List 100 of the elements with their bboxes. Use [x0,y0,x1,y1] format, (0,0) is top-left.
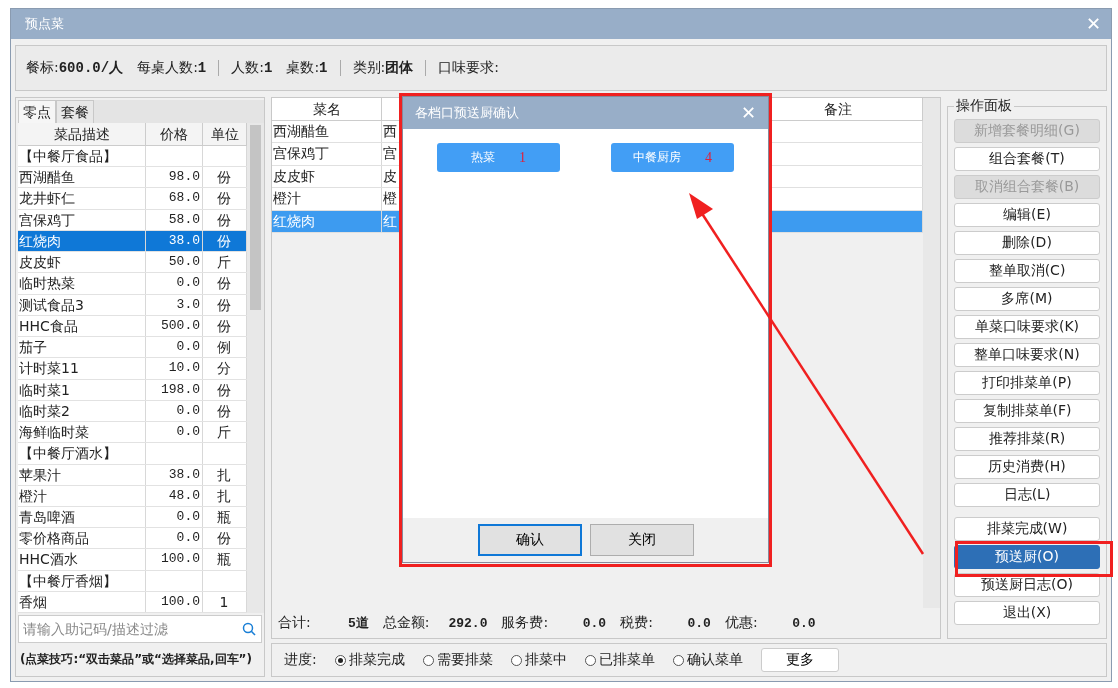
search-field[interactable]: 请输入助记码/描述过滤 [18,615,262,643]
table-cell: 500.0 [146,315,203,337]
table-cell: 红烧肉 [18,230,146,252]
dialog-button[interactable]: 关闭 [589,524,694,556]
table-cell: 西 [383,123,397,139]
table-cell: 临时菜2 [18,400,146,422]
progress-radio[interactable]: 排菜中 [510,651,567,669]
menu-tab[interactable]: 零点 [18,100,56,123]
menu-row[interactable]: 【中餐厅酒水】 [18,443,247,465]
table-cell: 西湖醋鱼 [272,121,382,143]
menu-row[interactable]: 红烧肉 38.0 份 [18,230,247,253]
total-label: 合计: [278,614,311,632]
table-cell: 38.0 [146,464,203,485]
scrollbar[interactable] [923,98,940,608]
table-cell: 计时菜11 [18,358,146,379]
table-cell: 零价格商品 [18,528,146,549]
table-cell: 0.0 [146,337,203,358]
table-cell: 0.0 [146,422,203,443]
column-header[interactable]: 价格 [146,123,203,145]
info-field: 口味要求: [438,59,499,77]
table-cell: 宫保鸡丁 [18,209,146,230]
menu-row[interactable]: 临时菜2 0.0 份 [18,400,247,423]
window-title: 预点菜 [25,15,64,33]
total-label: 服务费: [501,614,549,632]
action-button[interactable]: 打印排菜单(P) [954,371,1100,395]
action-button[interactable]: 整单口味要求(N) [954,343,1100,367]
menu-row[interactable]: 龙井虾仁 68.0 份 [18,188,247,210]
table-cell: 0.0 [146,528,203,549]
action-button[interactable]: 多席(M) [954,287,1100,311]
table-cell: 0.0 [146,273,203,294]
menu-row[interactable]: 苹果汁 38.0 扎 [18,464,247,486]
total-value: 5道 [346,615,370,632]
table-cell: 皮皮虾 [18,252,146,273]
table-cell: 临时菜1 [18,379,146,400]
table-cell: 青岛啤酒 [18,507,146,528]
action-button[interactable]: 排菜完成(W) [954,517,1100,541]
progress-radio[interactable]: 需要排菜 [422,651,493,669]
table-cell: 宫保鸡丁 [272,143,382,165]
menu-row[interactable]: 【中餐厅香烟】 [18,570,247,592]
progress-radio[interactable]: 排菜完成 [334,651,405,669]
table-cell: 皮 [383,167,397,184]
menu-row[interactable]: 青岛啤酒 0.0 瓶 [18,507,247,529]
scrollbar[interactable] [247,123,264,613]
action-button[interactable]: 删除(D) [954,231,1100,255]
total-label: 税费: [620,614,653,632]
menu-row[interactable]: 计时菜11 10.0 分 [18,358,247,380]
table-cell: 98.0 [146,167,203,188]
action-button[interactable]: 编辑(E) [954,203,1100,227]
menu-row[interactable]: 西湖醋鱼 98.0 份 [18,167,247,189]
action-button[interactable]: 单菜口味要求(K) [954,315,1100,339]
action-button[interactable]: 历史消费(H) [954,455,1100,479]
total-label: 总金额: [382,614,430,632]
menu-row[interactable]: 零价格商品 0.0 份 [18,528,247,550]
action-button[interactable]: 整单取消(C) [954,259,1100,283]
table-cell: HHC酒水 [18,549,146,570]
table-cell: 68.0 [146,188,203,209]
action-button[interactable]: 预送厨(O) [954,545,1100,569]
action-button[interactable]: 退出(X) [954,601,1100,625]
menu-row[interactable]: 宫保鸡丁 58.0 份 [18,209,247,231]
action-button[interactable]: 组合套餐(T) [954,147,1100,171]
table-cell: 龙井虾仁 [18,188,146,209]
table-cell: 海鲜临时菜 [18,422,146,443]
menu-row[interactable]: 临时热菜 0.0 份 [18,273,247,295]
table-cell: 48.0 [146,485,203,506]
table-cell: 0.0 [146,400,203,422]
column-header[interactable]: 菜品描述 [18,123,146,145]
dialog-button[interactable]: 确认 [477,524,582,556]
search-icon[interactable] [242,622,256,636]
menu-row[interactable]: 香烟 100.0 1 [18,591,247,614]
table-cell: 100.0 [146,549,203,570]
menu-row[interactable]: 茄子 0.0 例 [18,337,247,359]
total-value: 0.0 [581,615,608,631]
action-button[interactable]: 日志(L) [954,483,1100,507]
menu-row[interactable]: 【中餐厅食品】 [18,146,247,168]
menu-row[interactable]: HHC酒水 100.0 瓶 [18,549,247,571]
menu-tab[interactable]: 套餐 [56,100,94,123]
menu-row[interactable]: 皮皮虾 50.0 斤 [18,252,247,274]
menu-row[interactable]: HHC食品 500.0 份 [18,315,247,338]
menu-row[interactable]: 临时菜1 198.0 份 [18,379,247,401]
table-cell: 苹果汁 [18,464,146,485]
table-cell: 红 [383,212,397,229]
action-button[interactable]: 预送厨日志(O) [954,573,1100,597]
menu-row[interactable]: 海鲜临时菜 0.0 斤 [18,422,247,444]
column-header[interactable]: 菜名 [272,98,382,120]
panel-title: 操作面板 [955,97,1013,115]
table-cell: 皮皮虾 [272,165,382,188]
action-button[interactable]: 复制排菜单(F) [954,399,1100,423]
table-cell: 50.0 [146,252,203,273]
progress-radio[interactable]: 确认菜单 [672,651,743,669]
menu-row[interactable]: 测试食品3 3.0 份 [18,294,247,316]
more-button[interactable]: 更多 [760,648,839,672]
table-cell: 红烧肉 [272,210,382,232]
total-value: 292.0 [447,615,489,631]
menu-row[interactable]: 橙汁 48.0 扎 [18,485,247,507]
action-button[interactable]: 推荐排菜(R) [954,427,1100,451]
progress-radio[interactable]: 已排菜单 [584,651,655,669]
category-cell: 【中餐厅酒水】 [18,443,146,464]
info-field: 类别:团体 [352,59,414,77]
dialog-title: 各档口预送厨确认 [415,104,519,122]
table-cell: 测试食品3 [18,294,146,315]
